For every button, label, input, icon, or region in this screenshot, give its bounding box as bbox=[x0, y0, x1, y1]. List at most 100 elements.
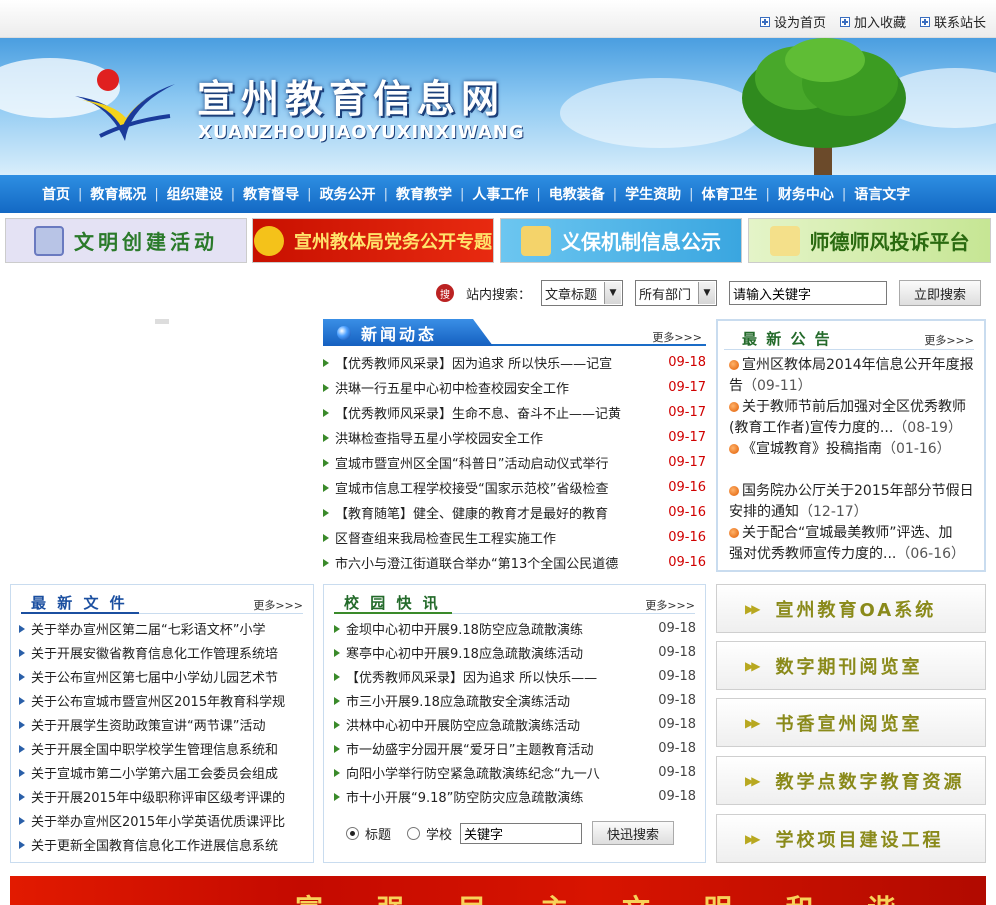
notice-item[interactable]: 国务院办公厅关于2015年部分节假日 安排的通知（12-17） bbox=[729, 481, 979, 523]
notice-item[interactable]: 关于教师节前后加强对全区优秀教师 (教育工作者)宣传力度的...（08-19） bbox=[729, 397, 979, 439]
reading-room-button[interactable]: ▶▶ 书香宣州阅览室 bbox=[716, 698, 986, 747]
campus-item[interactable]: 市十小开展“9.18”防空防灾应急疏散演练 09-18 bbox=[334, 787, 696, 806]
search-type-select[interactable]: 文章标题 ▼ bbox=[541, 280, 624, 306]
arrow-right-icon bbox=[19, 648, 25, 657]
set-homepage-link[interactable]: 设为首页 bbox=[759, 12, 826, 31]
nav-home[interactable]: 首页 bbox=[34, 184, 78, 204]
campus-item[interactable]: 市一幼盛宇分园开展“爱牙日”主题教育活动 09-18 bbox=[334, 739, 696, 758]
notice-more-link[interactable]: 更多>>> bbox=[924, 332, 974, 348]
file-item[interactable]: 关于举办宣州区2015年小学英语优质课评比 bbox=[19, 811, 307, 830]
news-item[interactable]: 【教育随笔】健全、健康的教育才是最好的教育 09-16 bbox=[323, 503, 706, 522]
file-item[interactable]: 关于宣城市第二小学第六届工会委员会组成 bbox=[19, 763, 307, 782]
campus-more-link[interactable]: 更多>>> bbox=[645, 597, 695, 613]
news-item-title: 宣城市暨宣州区全国“科普日”活动启动仪式举行 bbox=[335, 457, 609, 472]
file-item[interactable]: 关于开展2015年中级职称评审区级考评课的 bbox=[19, 787, 307, 806]
file-item[interactable]: 关于更新全国教育信息化工作进展信息系统 bbox=[19, 835, 307, 854]
arrow-right-icon bbox=[19, 696, 25, 705]
campus-item-date: 09-18 bbox=[658, 669, 696, 684]
campus-item-title: 寒亭中心初中开展9.18应急疏散演练活动 bbox=[346, 647, 583, 662]
news-item[interactable]: 宣城市信息工程学校接受“国家示范校”省级检查 09-16 bbox=[323, 478, 706, 497]
search-input[interactable] bbox=[729, 281, 888, 305]
nav-language[interactable]: 语言文字 bbox=[846, 184, 918, 204]
digital-resources-button[interactable]: ▶▶ 教学点数字教育资源 bbox=[716, 756, 986, 805]
campus-item[interactable]: 金坝中心初中开展9.18防空应急疏散演练 09-18 bbox=[334, 619, 696, 638]
nav-personnel[interactable]: 人事工作 bbox=[464, 184, 536, 204]
nav-public-affairs[interactable]: 政务公开 bbox=[312, 184, 384, 204]
contact-webmaster-link[interactable]: 联系站长 bbox=[919, 12, 986, 31]
notice-item[interactable]: 宣州区教体局2014年信息公开年度报 告（09-11） bbox=[729, 355, 979, 397]
news-more-link[interactable]: 更多>>> bbox=[652, 329, 702, 345]
file-item[interactable]: 关于公布宣州区第七届中小学幼儿园艺术节 bbox=[19, 667, 307, 686]
notice-item-line1: 国务院办公厅关于2015年部分节假日 bbox=[742, 483, 974, 499]
nav-organization[interactable]: 组织建设 bbox=[159, 184, 231, 204]
news-item[interactable]: 【优秀教师风采录】因为追求 所以快乐——记宣 09-18 bbox=[323, 353, 706, 372]
arrow-right-icon bbox=[19, 672, 25, 681]
arrow-right-icon: ▶▶ bbox=[745, 831, 761, 846]
notice-panel: 最 新 公 告 更多>>> 宣州区教体局2014年信息公开年度报 告（09-11）… bbox=[716, 319, 986, 572]
radio-school[interactable] bbox=[407, 826, 421, 840]
arrow-right-icon bbox=[323, 383, 329, 392]
campus-item[interactable]: 向阳小学举行防空紧急疏散演练纪念“九一八 09-18 bbox=[334, 763, 696, 782]
school-projects-button[interactable]: ▶▶ 学校项目建设工程 bbox=[716, 814, 986, 863]
notice-item-date: （06-16） bbox=[896, 546, 966, 562]
files-more-link[interactable]: 更多>>> bbox=[253, 597, 303, 613]
box-icon bbox=[521, 225, 551, 256]
promo-banners: 文明创建活动 宣州教体局党务公开专题 义保机制信息公示 师德师风投诉平台 bbox=[5, 218, 991, 263]
notice-item-line2: 强对优秀教师宣传力度的... bbox=[729, 546, 897, 562]
nav-sports-health[interactable]: 体育卫生 bbox=[694, 184, 766, 204]
campus-item[interactable]: 市三小开展9.18应急疏散安全演练活动 09-18 bbox=[334, 691, 696, 710]
campus-item-title: 市三小开展9.18应急疏散安全演练活动 bbox=[346, 695, 570, 710]
news-item[interactable]: 洪琳检查指导五星小学校园安全工作 09-17 bbox=[323, 428, 706, 447]
news-item[interactable]: 市六小与澄江街道联合举办“第13个全国公民道德 09-16 bbox=[323, 553, 706, 572]
nav-student-aid[interactable]: 学生资助 bbox=[617, 184, 689, 204]
news-panel: 新闻动态 更多>>> 【优秀教师风采录】因为追求 所以快乐——记宣 09-18 洪琳… bbox=[323, 319, 706, 577]
campus-item[interactable]: 【优秀教师风采录】因为追求 所以快乐—— 09-18 bbox=[334, 667, 696, 686]
news-item[interactable]: 宣城市暨宣州区全国“科普日”活动启动仪式举行 09-17 bbox=[323, 453, 706, 472]
file-item[interactable]: 关于开展全国中职学校学生管理信息系统和 bbox=[19, 739, 307, 758]
bullet-icon bbox=[729, 402, 739, 412]
file-item[interactable]: 关于举办宣州区第二届“七彩语文杯”小学 bbox=[19, 619, 307, 638]
campus-keyword-input[interactable] bbox=[460, 822, 583, 844]
nav-supervision[interactable]: 教育督导 bbox=[235, 184, 307, 204]
radio-title[interactable] bbox=[346, 826, 359, 840]
file-item[interactable]: 关于公布宣城市暨宣州区2015年教育科学规 bbox=[19, 691, 307, 710]
nav-teaching[interactable]: 教育教学 bbox=[388, 184, 460, 204]
search-label: 站内搜索： bbox=[466, 287, 532, 303]
nav-finance[interactable]: 财务中心 bbox=[770, 184, 842, 204]
file-item-title: 关于更新全国教育信息化工作进展信息系统 bbox=[31, 839, 279, 854]
notice-item[interactable]: 《宣城教育》投稿指南（01-16） bbox=[729, 439, 979, 460]
search-dept-select[interactable]: 所有部门 ▼ bbox=[635, 280, 718, 306]
add-favorite-link[interactable]: 加入收藏 bbox=[839, 12, 906, 31]
campus-item[interactable]: 寒亭中心初中开展9.18应急疏散演练活动 09-18 bbox=[334, 643, 696, 662]
news-item-title: 【教育随笔】健全、健康的教育才是最好的教育 bbox=[335, 507, 609, 522]
notice-item[interactable]: 关于配合“宣城最美教师”评选、加 强对优秀教师宣传力度的...（06-16） bbox=[729, 523, 979, 565]
notice-item-line2: 告 bbox=[729, 378, 743, 394]
site-logo-icon bbox=[75, 69, 175, 141]
news-item[interactable]: 【优秀教师风采录】生命不息、奋斗不止——记黄 09-17 bbox=[323, 403, 706, 422]
file-item[interactable]: 关于开展安徽省教育信息化工作管理系统培 bbox=[19, 643, 307, 662]
file-item[interactable]: 关于开展学生资助政策宣讲“两节课”活动 bbox=[19, 715, 307, 734]
campus-title: 校 园 快 讯 bbox=[344, 594, 441, 612]
arrow-right-icon bbox=[323, 533, 329, 542]
nav-overview[interactable]: 教育概况 bbox=[82, 184, 154, 204]
file-item-title: 关于举办宣州区第二届“七彩语文杯”小学 bbox=[31, 623, 266, 638]
search-button[interactable]: 立即搜索 bbox=[899, 280, 982, 306]
campus-panel: 校 园 快 讯 更多>>> 金坝中心初中开展9.18防空应急疏散演练 09-18 寒… bbox=[323, 584, 706, 863]
oa-system-button[interactable]: ▶▶ 宣州教育OA系统 bbox=[716, 584, 986, 633]
news-item-title: 洪琳一行五星中心初中检查校园安全工作 bbox=[335, 382, 570, 397]
news-item[interactable]: 区督查组来我局检查民生工程实施工作 09-16 bbox=[323, 528, 706, 547]
arrow-right-icon bbox=[323, 558, 329, 567]
arrow-right-icon bbox=[323, 483, 329, 492]
digital-journal-button[interactable]: ▶▶ 数字期刊阅览室 bbox=[716, 641, 986, 690]
promo-civilization[interactable]: 文明创建活动 bbox=[5, 218, 247, 263]
promo-compulsory-edu[interactable]: 义保机制信息公示 bbox=[500, 218, 742, 263]
promo-party-affairs[interactable]: 宣州教体局党务公开专题 bbox=[252, 218, 494, 263]
notice-item-line1: 宣州区教体局2014年信息公开年度报 bbox=[742, 357, 974, 373]
nav-equipment[interactable]: 电教装备 bbox=[541, 184, 613, 204]
chevron-down-icon: ▼ bbox=[604, 282, 622, 304]
promo-ethics-complaint[interactable]: 师德师风投诉平台 bbox=[748, 218, 991, 263]
quick-search-button[interactable]: 快迅搜索 bbox=[592, 821, 675, 845]
campus-item[interactable]: 洪林中心初中开展防空应急疏散演练活动 09-18 bbox=[334, 715, 696, 734]
files-panel: 最 新 文 件 更多>>> 关于举办宣州区第二届“七彩语文杯”小学 关于开展安徽省… bbox=[10, 584, 314, 863]
news-item[interactable]: 洪琳一行五星中心初中检查校园安全工作 09-17 bbox=[323, 378, 706, 397]
